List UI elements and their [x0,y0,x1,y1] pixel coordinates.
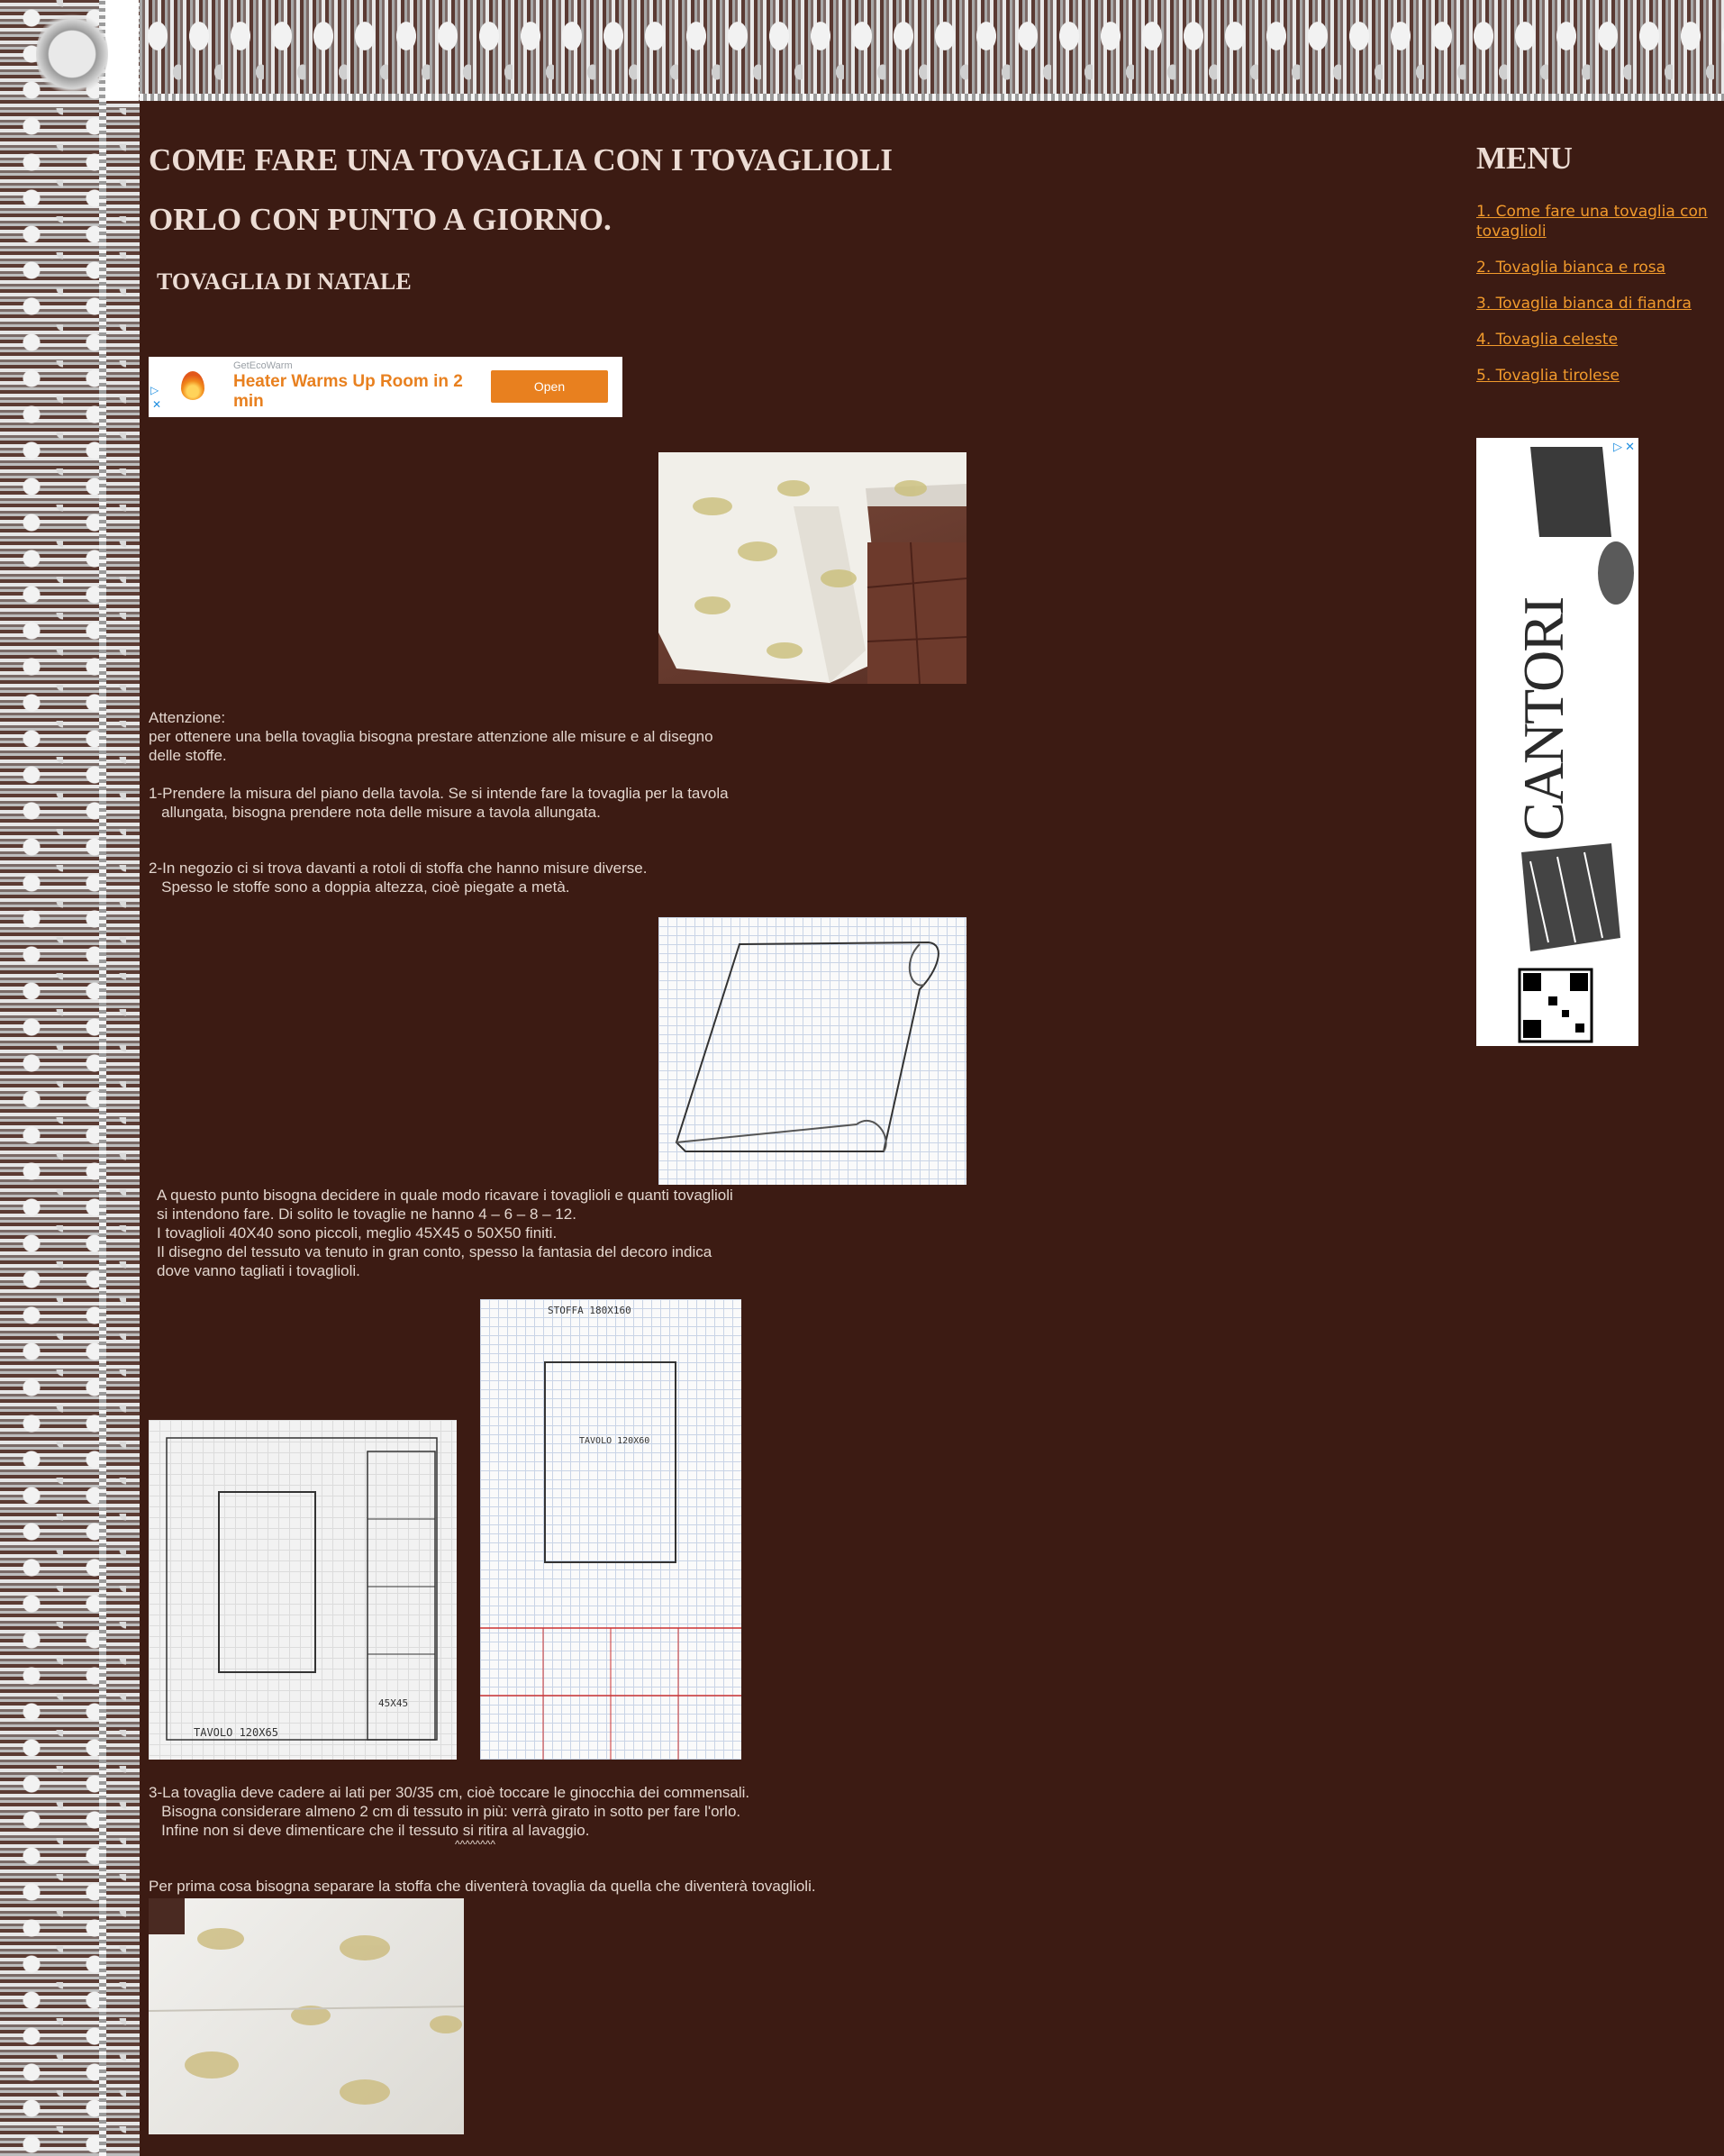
label-tavolo-right: TAVOLO 120X60 [579,1436,650,1446]
sidebar-ad[interactable]: ▷ ✕ CANTORI [1476,438,1638,1046]
ad-brand: GetEcoWarm [233,360,293,371]
ad-choices-icon[interactable]: ▷ [150,384,159,396]
text-separate: Per prima cosa bisogna separare la stoff… [149,1878,816,1895]
flame-icon [181,371,204,400]
header-white-block [105,0,139,101]
lace-border-left [0,0,140,2156]
ad-headline[interactable]: Heater Warms Up Room in 2 min [233,372,467,412]
lace-border-top [140,0,1724,101]
ad-banner[interactable]: ▷ ✕ GetEcoWarm Heater Warms Up Room in 2… [149,357,622,417]
text-carets: ^^^^^^^^ [455,1838,496,1851]
sketch-folded-fabric [658,917,966,1185]
text-step3: 3-La tovaglia deve cadere ai lati per 30… [149,1784,750,1839]
menu-item-come-fare[interactable]: 1. Come fare una tovaglia con tovaglioli [1476,202,1724,241]
tablecloth-photo-graphic [658,452,966,684]
layout-right-drawing [480,1361,741,1760]
sketch-layout-tavolo-120x65: TAVOLO 120X65 45X45 [149,1420,457,1760]
sketch-layout-stoffa-180x160: STOFFA 180X160 TAVOLO 120X60 [480,1299,741,1760]
photo-fabric-bows [149,1898,464,2134]
page-title-line1: COME FARE UNA TOVAGLIA CON I TOVAGLIOLI [149,142,893,177]
text-step2b: A questo punto bisogna decidere in quale… [157,1187,733,1279]
photo-tablecloth-corner [658,452,966,684]
layout-left-drawing [166,1437,438,1741]
text-attention: Attenzione: per ottenere una bella tovag… [149,709,729,821]
label-stoffa: STOFFA 180X160 [548,1305,631,1316]
text-step2: 2-In negozio ci si trova davanti a rotol… [149,860,648,896]
page-subtitle: TOVAGLIA DI NATALE [157,268,412,295]
ad-brand-cantori: CANTORI [1511,597,1575,841]
menu-item-bianca-fiandra[interactable]: 3. Tovaglia bianca di fiandra [1476,294,1724,314]
menu-title: MENU [1476,141,1573,176]
label-tavolo-left: TAVOLO 120X65 [194,1726,278,1739]
lace-corner-ornament [36,9,108,99]
ad-close-icon[interactable]: ✕ [152,398,161,411]
menu-item-celeste[interactable]: 4. Tovaglia celeste [1476,330,1724,350]
menu-item-tirolese[interactable]: 5. Tovaglia tirolese [1476,366,1724,386]
page-title-line2: ORLO CON PUNTO A GIORNO. [149,202,612,237]
sidebar-menu: 1. Come fare una tovaglia con tovaglioli… [1476,202,1724,402]
folded-fabric-drawing [675,941,939,1152]
label-napkin-size: 45X45 [378,1697,409,1709]
menu-item-bianca-rosa[interactable]: 2. Tovaglia bianca e rosa [1476,258,1724,277]
ad-open-button[interactable]: Open [491,370,608,403]
fabric-bows-graphic [149,1898,464,2105]
